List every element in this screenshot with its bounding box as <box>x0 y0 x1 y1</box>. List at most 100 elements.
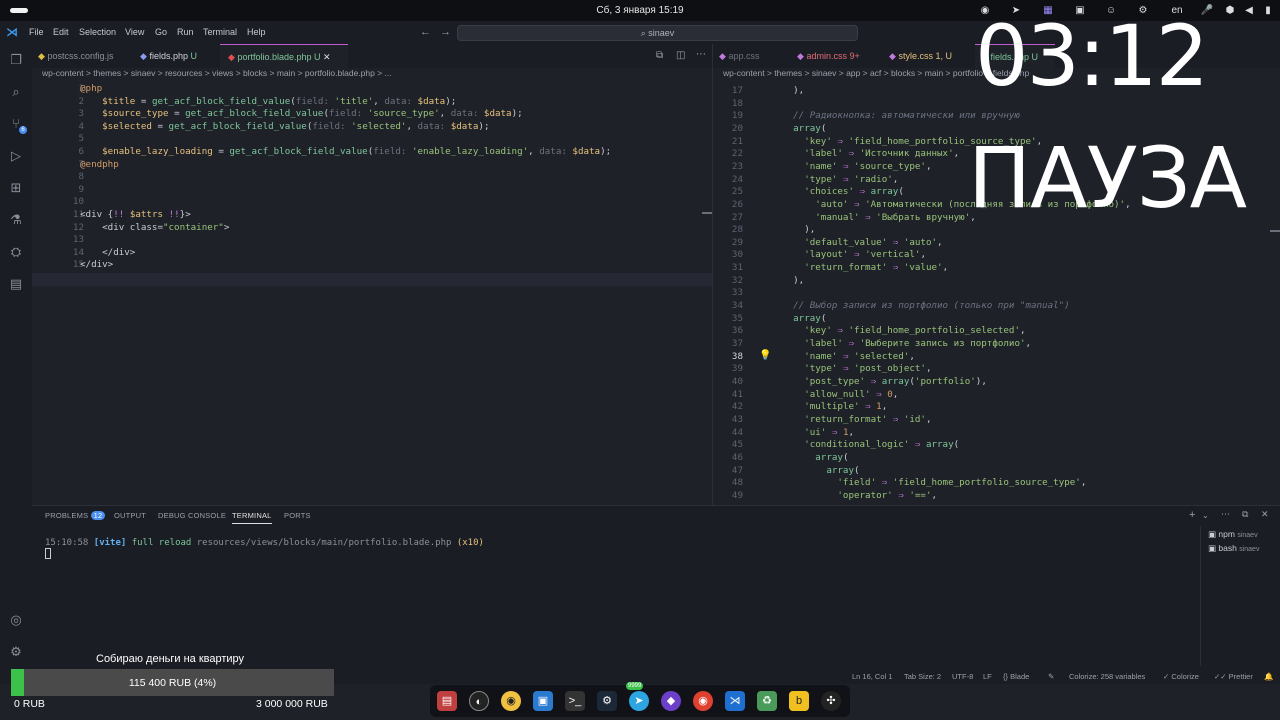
volume-icon[interactable]: ◀ <box>1241 3 1257 18</box>
forward-arrow-icon[interactable]: → <box>440 26 451 38</box>
tab-debug-console[interactable]: DEBUG CONSOLE <box>158 511 226 520</box>
files-icon[interactable]: ▤ <box>437 691 457 711</box>
breadcrumb[interactable]: wp-content > themes > sinaev > resources… <box>42 68 392 82</box>
vscode-app-icon[interactable]: ⋊ <box>725 691 745 711</box>
steam-app-icon[interactable]: ⚙ <box>597 691 617 711</box>
chrome-app-icon[interactable]: ◉ <box>693 691 713 711</box>
code-line[interactable]: @endphp <box>80 159 119 172</box>
wrench-icon[interactable]: ✎ <box>1048 672 1054 681</box>
telegram-app-icon[interactable]: ➤ 9999 <box>626 682 649 711</box>
remote-icon[interactable]: ⛭ <box>8 244 24 260</box>
tab-problems[interactable]: PROBLEMS 12 <box>45 511 106 520</box>
code-line[interactable]: ), <box>771 275 804 288</box>
language-mode[interactable]: {} Blade <box>1003 672 1029 681</box>
code-line[interactable]: 'operator' ⇒ '==', <box>771 490 937 503</box>
lightbulb-icon[interactable]: 💡 <box>759 350 771 361</box>
code-line[interactable]: $source_type = get_acf_block_field_value… <box>80 108 523 121</box>
menu-go[interactable]: Go <box>155 27 167 37</box>
code-line[interactable]: array( <box>771 465 859 478</box>
code-line[interactable]: array( <box>771 313 826 326</box>
terminal-instance-npm[interactable]: ▣ npm sinaev <box>1208 529 1258 540</box>
code-line[interactable]: 'ui' ⇒ 1, <box>771 427 854 440</box>
code-line[interactable]: ), <box>771 85 804 98</box>
menu-help[interactable]: Help <box>247 27 266 37</box>
code-line[interactable]: 'conditional_logic' ⇒ array( <box>771 439 959 452</box>
tab-size[interactable]: Tab Size: 2 <box>904 672 941 681</box>
explorer-icon[interactable]: ❐ <box>8 52 24 68</box>
apps-grid-icon[interactable]: ✣ <box>821 691 841 711</box>
code-line[interactable]: 'type' ⇒ 'post_object', <box>771 363 931 376</box>
obsidian-icon[interactable]: ◆ <box>661 691 681 711</box>
eol[interactable]: LF <box>983 672 992 681</box>
code-line[interactable]: </div> <box>80 247 135 260</box>
tab-fields-php[interactable]: ◆ fields.php U <box>140 44 220 68</box>
prettier-status[interactable]: ✓✓ Prettier <box>1214 672 1253 681</box>
code-line[interactable]: 'post_type' ⇒ array('portfolio'), <box>771 376 987 389</box>
command-center-search[interactable]: ⌕ sinaev <box>457 25 858 41</box>
tab-style-css[interactable]: ◆ style.css 1, U <box>889 44 973 68</box>
code-line[interactable]: 'manual' ⇒ 'Выбрать вручную', <box>771 212 976 225</box>
search-icon[interactable]: ⌕ <box>8 84 24 100</box>
more-actions-icon[interactable]: ⋯ <box>1221 509 1230 520</box>
colorize-status[interactable]: Colorize: 258 variables <box>1069 672 1145 681</box>
back-arrow-icon[interactable]: ← <box>420 26 431 38</box>
code-line[interactable]: $selected = get_acf_block_field_value(fi… <box>80 121 489 134</box>
code-line[interactable]: </div> <box>80 259 113 272</box>
terminal-instance-bash[interactable]: ▣ bash sinaev <box>1208 543 1259 554</box>
code-line[interactable]: 'layout' ⇒ 'vertical', <box>771 249 926 262</box>
menu-terminal[interactable]: Terminal <box>203 27 237 37</box>
code-line[interactable]: 'key' ⇒ 'field_home_portfolio_selected', <box>771 325 1025 338</box>
run-debug-icon[interactable]: ▷ <box>8 148 24 164</box>
code-line[interactable]: 'default_value' ⇒ 'auto', <box>771 237 942 250</box>
code-line[interactable]: 'choices' ⇒ array( <box>771 186 904 199</box>
code-line[interactable]: ), <box>771 224 815 237</box>
tab-portfolio-blade[interactable]: ◆ portfolio.blade.php U ✕ <box>220 44 348 68</box>
tab-admin-css[interactable]: ◆ admin.css 9+ <box>797 44 881 68</box>
code-line[interactable]: 'return_format' ⇒ 'id', <box>771 414 931 427</box>
menu-view[interactable]: View <box>125 27 144 37</box>
store-icon[interactable]: ▣ <box>533 691 553 711</box>
chevron-down-icon[interactable]: ⌄ <box>1202 511 1209 520</box>
split-editor-icon[interactable]: ◫ <box>676 50 685 61</box>
extensions-icon[interactable]: ⊞ <box>8 180 24 196</box>
cursor-position[interactable]: Ln 16, Col 1 <box>852 672 892 681</box>
terminal-cursor[interactable] <box>45 548 51 559</box>
record-icon[interactable]: ◉ <box>501 691 521 711</box>
code-line[interactable]: 'multiple' ⇒ 1, <box>771 401 887 414</box>
left-code-editor[interactable]: 1 @php 2 $title = get_acf_block_field_valu… <box>32 83 712 503</box>
close-panel-icon[interactable]: ✕ <box>1261 509 1269 520</box>
code-line[interactable]: $title = get_acf_block_field_value(field… <box>80 96 456 109</box>
source-control-icon[interactable]: ⑂ 6 <box>8 116 27 134</box>
menu-file[interactable]: File <box>29 27 44 37</box>
battery-icon[interactable]: ▮ <box>1260 3 1276 18</box>
account-icon[interactable]: ◎ <box>8 612 24 628</box>
code-line[interactable]: 'label' ⇒ 'Источник данных', <box>771 148 959 161</box>
code-line[interactable]: 'return_format' ⇒ 'value', <box>771 262 948 275</box>
code-line[interactable]: <div {!! $attrs !!}> <box>80 209 191 222</box>
code-line[interactable]: array( <box>771 452 848 465</box>
close-icon[interactable]: ✕ <box>323 52 331 62</box>
menu-edit[interactable]: Edit <box>53 27 69 37</box>
code-line[interactable]: array( <box>771 123 826 136</box>
notifications-bell-icon[interactable]: 🔔 <box>1264 672 1273 681</box>
docker-icon[interactable]: ▤ <box>8 276 24 292</box>
network-icon[interactable]: ⬢ <box>1222 3 1238 18</box>
code-line[interactable]: 'label' ⇒ 'Выберите запись из портфолио'… <box>771 338 1031 351</box>
code-line[interactable]: 'allow_null' ⇒ 0, <box>771 389 898 402</box>
tab-app-css[interactable]: ◆ app.css <box>719 44 791 68</box>
code-line[interactable]: 'name' ⇒ 'selected', <box>771 351 915 364</box>
code-line[interactable]: <div class="container"> <box>80 222 229 235</box>
code-line[interactable]: // Радиокнопка: автоматически или вручну… <box>771 110 1020 123</box>
trash-icon[interactable]: ♻ <box>757 691 777 711</box>
tab-postcss-config[interactable]: ◆ postcss.config.js <box>38 44 124 68</box>
testing-icon[interactable]: ⚗ <box>8 212 24 228</box>
encoding[interactable]: UTF-8 <box>952 672 973 681</box>
menu-run[interactable]: Run <box>177 27 194 37</box>
code-line[interactable]: $enable_lazy_loading = get_acf_block_fie… <box>80 146 611 159</box>
compare-icon[interactable]: ⧉ <box>656 50 663 61</box>
code-line[interactable]: // Выбор записи из портфолио (только при… <box>771 300 1070 313</box>
code-line[interactable]: 'type' ⇒ 'radio', <box>771 174 898 187</box>
tab-output[interactable]: OUTPUT <box>114 511 146 520</box>
tab-terminal[interactable]: TERMINAL <box>232 511 272 524</box>
more-actions-icon[interactable]: ⋯ <box>696 49 706 60</box>
